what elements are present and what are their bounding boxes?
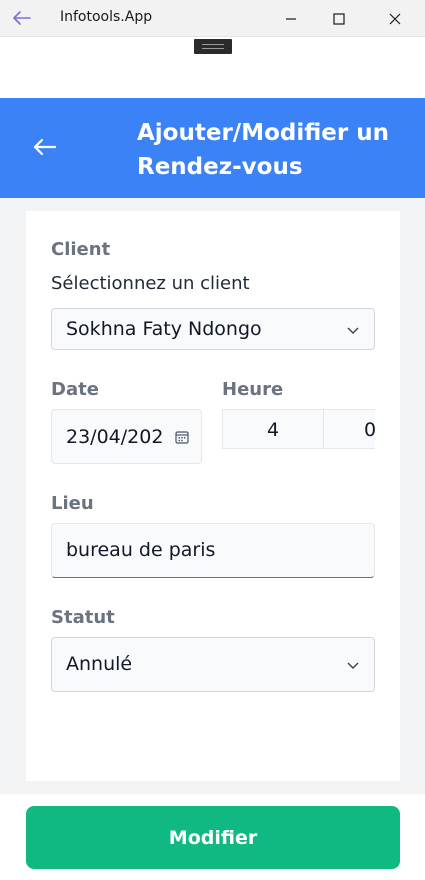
back-arrow-icon	[33, 138, 57, 156]
client-label: Client	[51, 239, 111, 260]
location-input-value: bureau de paris	[66, 539, 216, 561]
calendar-icon[interactable]	[175, 430, 189, 444]
minute-value: 0	[364, 419, 375, 441]
date-input[interactable]: 23/04/202	[51, 409, 202, 464]
close-icon	[389, 13, 401, 24]
location-input[interactable]: bureau de paris	[51, 523, 375, 578]
drag-handle[interactable]	[194, 39, 232, 54]
hour-input[interactable]: 4	[222, 409, 324, 449]
minimize-button[interactable]	[268, 0, 314, 37]
hour-value: 4	[266, 419, 280, 441]
window-titlebar: Infotools.App	[0, 0, 425, 37]
chevron-down-icon	[347, 662, 359, 669]
status-label: Statut	[51, 607, 115, 628]
status-select-value: Annulé	[66, 653, 133, 675]
minute-input[interactable]: 0	[323, 409, 375, 449]
client-select[interactable]: Sokhna Faty Ndongo	[51, 308, 375, 350]
drag-strip	[0, 37, 425, 98]
minimize-icon	[286, 17, 296, 20]
form-container: Client Sélectionnez un client Sokhna Fat…	[0, 198, 425, 794]
client-sublabel: Sélectionnez un client	[51, 273, 250, 294]
modify-button-label: Modifier	[168, 826, 258, 849]
back-arrow-icon	[13, 11, 31, 25]
window-title: Infotools.App	[60, 9, 153, 25]
bottom-action-bar: Modifier	[0, 794, 425, 880]
date-label: Date	[51, 379, 99, 400]
window-back-button[interactable]	[10, 7, 34, 29]
back-button[interactable]	[30, 132, 60, 162]
time-label: Heure	[222, 379, 284, 400]
client-select-value: Sokhna Faty Ndongo	[66, 318, 262, 340]
form-card: Client Sélectionnez un client Sokhna Fat…	[26, 211, 400, 781]
date-input-value: 23/04/202	[66, 426, 164, 448]
page-title: Ajouter/Modifier un Rendez-vous	[137, 120, 389, 180]
status-select[interactable]: Annulé	[51, 637, 375, 692]
modify-button[interactable]: Modifier	[26, 806, 400, 869]
close-button[interactable]	[372, 0, 418, 37]
maximize-button[interactable]	[316, 0, 362, 37]
maximize-icon	[333, 12, 345, 25]
location-label: Lieu	[51, 493, 94, 514]
app-header: Ajouter/Modifier un Rendez-vous	[0, 98, 425, 198]
chevron-down-icon	[347, 327, 359, 334]
